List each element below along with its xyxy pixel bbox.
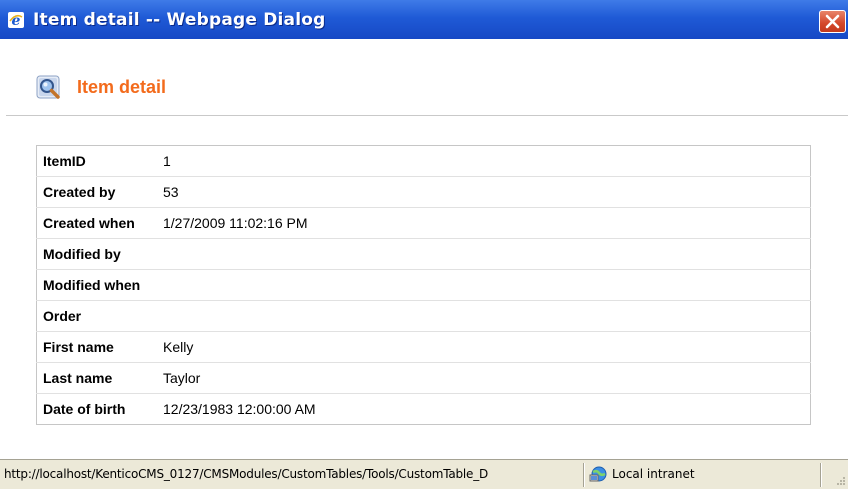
local-intranet-icon bbox=[589, 465, 609, 483]
field-value-modified-when bbox=[157, 269, 811, 301]
item-detail-table: ItemID 1 Created by 53 Created when 1/27… bbox=[36, 145, 811, 425]
title-bar[interactable]: e Item detail -- Webpage Dialog bbox=[0, 0, 848, 39]
field-value-date-of-birth: 12/23/1983 12:00:00 AM bbox=[163, 401, 316, 417]
status-divider bbox=[820, 463, 822, 487]
field-label-modified-when: Modified when bbox=[36, 269, 157, 301]
field-value-created-by: 53 bbox=[157, 176, 811, 208]
close-icon bbox=[825, 14, 840, 29]
table-row: First name Kelly bbox=[36, 331, 811, 363]
window-title: Item detail -- Webpage Dialog bbox=[33, 10, 326, 30]
table-row: Modified by bbox=[36, 238, 811, 270]
dialog-window: e Item detail -- Webpage Dialog Item det… bbox=[0, 0, 848, 489]
close-button[interactable] bbox=[819, 10, 846, 33]
table-row: Created by 53 bbox=[36, 176, 811, 208]
field-value-modified-by bbox=[157, 238, 811, 270]
resize-grip-icon[interactable] bbox=[832, 474, 846, 488]
field-label-date-of-birth: Date of birth bbox=[43, 401, 126, 417]
table-row: ItemID 1 bbox=[36, 145, 811, 177]
field-value-last-name: Taylor bbox=[157, 362, 811, 394]
dialog-content: Item detail ItemID 1 Created by 53 Creat… bbox=[0, 39, 848, 459]
status-url: http://localhost/KenticoCMS_0127/CMSModu… bbox=[4, 467, 489, 481]
field-label-last-name: Last name bbox=[36, 362, 157, 394]
table-row: Created when 1/27/2009 11:02:16 PM bbox=[36, 207, 811, 239]
field-label-first-name: First name bbox=[36, 331, 157, 363]
status-divider bbox=[583, 463, 585, 487]
table-row: Order bbox=[36, 300, 811, 332]
field-label-itemid: ItemID bbox=[36, 145, 157, 177]
field-label-order: Order bbox=[36, 300, 157, 332]
field-value-first-name: Kelly bbox=[157, 331, 811, 363]
field-label-created-by: Created by bbox=[36, 176, 157, 208]
page-title: Item detail bbox=[77, 77, 167, 97]
field-value-created-when: 1/27/2009 11:02:16 PM bbox=[157, 207, 811, 239]
ie-icon: e bbox=[8, 12, 24, 29]
field-value-itemid: 1 bbox=[157, 145, 811, 177]
field-label-created-when: Created when bbox=[36, 207, 157, 239]
table-row: Modified when bbox=[36, 269, 811, 301]
header-divider bbox=[6, 115, 848, 116]
magnifier-icon bbox=[36, 75, 62, 101]
field-value-order bbox=[157, 300, 811, 332]
status-bar: http://localhost/KenticoCMS_0127/CMSModu… bbox=[0, 459, 848, 489]
security-zone-label: Local intranet bbox=[612, 467, 695, 481]
table-row: Last name Taylor bbox=[36, 362, 811, 394]
table-row: Date of birth 12/23/1983 12:00:00 AM bbox=[37, 394, 811, 425]
field-label-modified-by: Modified by bbox=[36, 238, 157, 270]
